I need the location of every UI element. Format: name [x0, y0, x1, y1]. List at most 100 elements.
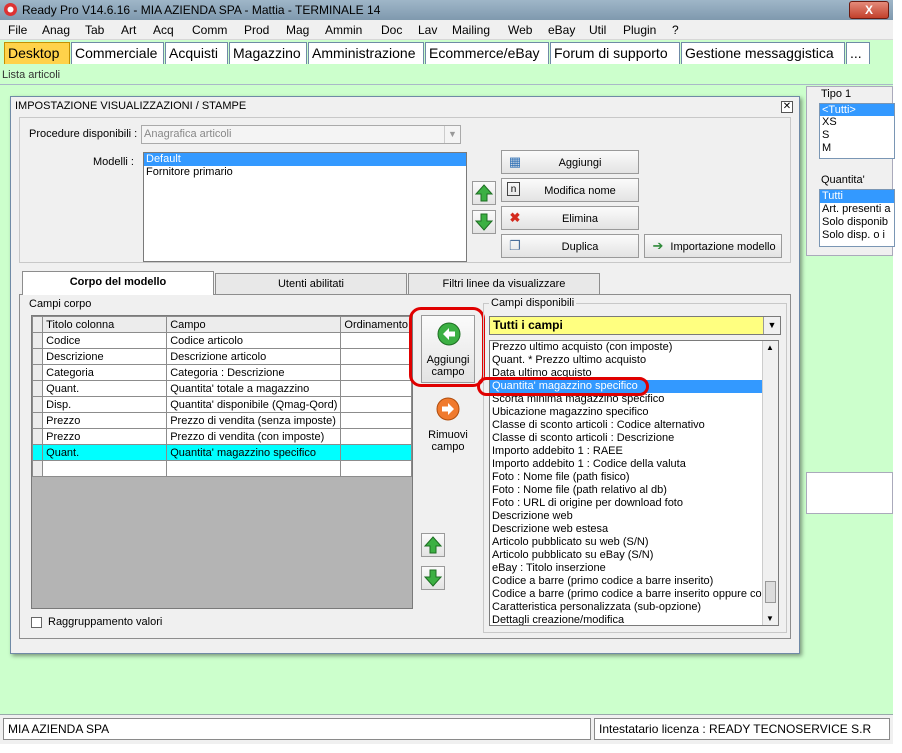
- cell-titolo[interactable]: Quant.: [42, 380, 168, 397]
- tab-filtri-linee[interactable]: Filtri linee da visualizzare: [408, 273, 600, 295]
- table-row[interactable]: Quant. Quantita' totale a magazzino: [32, 380, 412, 397]
- cell-campo[interactable]: Prezzo di vendita (con imposte): [166, 428, 342, 445]
- table-row[interactable]: Descrizione Descrizione articolo: [32, 348, 412, 365]
- menu-help[interactable]: ?: [672, 23, 679, 37]
- list-item[interactable]: Codice a barre (primo codice a barre ins…: [490, 575, 778, 588]
- tab-more[interactable]: ...: [846, 42, 870, 64]
- cell-titolo[interactable]: Codice: [42, 332, 168, 349]
- tipo-list[interactable]: <Tutti> XS S M: [819, 103, 895, 159]
- quantita-item[interactable]: Solo disponib: [820, 216, 894, 229]
- list-item[interactable]: Importo addebito 1 : RAEE: [490, 445, 778, 458]
- tipo-item[interactable]: S: [820, 129, 894, 142]
- menu-art[interactable]: Art: [121, 23, 136, 37]
- modifica-nome-button[interactable]: n Modifica nome: [501, 178, 639, 202]
- list-item[interactable]: Caratteristica personalizzata (sub-opzio…: [490, 601, 778, 614]
- cell-titolo[interactable]: Quant.: [42, 444, 168, 461]
- chevron-down-icon[interactable]: ▼: [444, 126, 460, 143]
- list-item[interactable]: Prezzo ultimo acquisto (con imposte): [490, 341, 778, 354]
- menu-util[interactable]: Util: [589, 23, 606, 37]
- grid-header-campo[interactable]: Campo: [166, 316, 342, 333]
- menu-lav[interactable]: Lav: [418, 23, 437, 37]
- menu-web[interactable]: Web: [508, 23, 532, 37]
- scroll-thumb[interactable]: [765, 581, 776, 603]
- cell-ordinamento[interactable]: [340, 412, 412, 429]
- list-item[interactable]: Ubicazione magazzino specifico: [490, 406, 778, 419]
- window-close-button[interactable]: X: [849, 1, 889, 19]
- list-item[interactable]: Dettagli creazione/modifica: [490, 614, 778, 625]
- campi-corpo-grid[interactable]: Titolo colonna Campo Ordinamento Codice C…: [31, 315, 413, 609]
- tab-magazzino[interactable]: Magazzino: [229, 42, 307, 64]
- cell-campo[interactable]: Codice articolo: [166, 332, 342, 349]
- grid-header-titolo[interactable]: Titolo colonna: [42, 316, 168, 333]
- menu-prod[interactable]: Prod: [244, 23, 269, 37]
- cell-ordinamento[interactable]: [340, 444, 412, 461]
- menu-file[interactable]: File: [8, 23, 27, 37]
- cell-ordinamento[interactable]: [340, 380, 412, 397]
- quantita-list[interactable]: Tutti Art. presenti a Solo disponib Solo…: [819, 189, 895, 247]
- table-row-selected[interactable]: Quant. Quantita' magazzino specifico: [32, 444, 412, 461]
- rimuovi-campo-button[interactable]: Rimuovi campo: [421, 395, 475, 459]
- move-up-button[interactable]: [472, 181, 496, 205]
- aggiungi-button[interactable]: ▦ Aggiungi: [501, 150, 639, 174]
- tab-forum-supporto[interactable]: Forum di supporto: [550, 42, 680, 64]
- table-row[interactable]: Categoria Categoria : Descrizione: [32, 364, 412, 381]
- move-down-button[interactable]: [472, 210, 496, 234]
- list-item[interactable]: Articolo pubblicato su web (S/N): [490, 536, 778, 549]
- cell-titolo[interactable]: Prezzo: [42, 412, 168, 429]
- menu-plugin[interactable]: Plugin: [623, 23, 656, 37]
- tab-corpo-modello[interactable]: Corpo del modello: [22, 271, 214, 295]
- chevron-down-icon[interactable]: ▼: [763, 317, 780, 334]
- list-item[interactable]: Classe di sconto articoli : Descrizione: [490, 432, 778, 445]
- list-item[interactable]: Classe di sconto articoli : Codice alter…: [490, 419, 778, 432]
- cell-ordinamento[interactable]: [340, 348, 412, 365]
- dialog-close-button[interactable]: ✕: [781, 101, 793, 113]
- cell-titolo[interactable]: Disp.: [42, 396, 168, 413]
- field-up-button[interactable]: [421, 533, 445, 557]
- modelli-item[interactable]: Default: [144, 153, 466, 166]
- cell-campo[interactable]: [166, 460, 342, 477]
- table-row-empty[interactable]: [32, 460, 412, 477]
- table-row[interactable]: Prezzo Prezzo di vendita (con imposte): [32, 428, 412, 445]
- duplica-button[interactable]: ❐ Duplica: [501, 234, 639, 258]
- cell-campo[interactable]: Prezzo di vendita (senza imposte): [166, 412, 342, 429]
- quantita-item[interactable]: Art. presenti a: [820, 203, 894, 216]
- tab-amministrazione[interactable]: Amministrazione: [308, 42, 424, 64]
- tipo-item[interactable]: XS: [820, 116, 894, 129]
- importazione-modello-button[interactable]: ➔ Importazione modello: [644, 234, 782, 258]
- tab-ecommerce-ebay[interactable]: Ecommerce/eBay: [425, 42, 549, 64]
- menu-comm[interactable]: Comm: [192, 23, 227, 37]
- tab-commerciale[interactable]: Commerciale: [71, 42, 164, 64]
- cell-titolo[interactable]: Descrizione: [42, 348, 168, 365]
- cell-titolo[interactable]: Prezzo: [42, 428, 168, 445]
- scroll-down-icon[interactable]: ▼: [766, 614, 774, 623]
- table-row[interactable]: Disp. Quantita' disponibile (Qmag-Qord): [32, 396, 412, 413]
- modelli-item[interactable]: Fornitore primario: [144, 166, 466, 179]
- table-row[interactable]: Prezzo Prezzo di vendita (senza imposte): [32, 412, 412, 429]
- menu-anag[interactable]: Anag: [42, 23, 70, 37]
- scroll-up-icon[interactable]: ▲: [766, 343, 774, 352]
- menu-acq[interactable]: Acq: [153, 23, 174, 37]
- list-item[interactable]: Foto : Nome file (path fisico): [490, 471, 778, 484]
- list-item[interactable]: Foto : URL di origine per download foto: [490, 497, 778, 510]
- tab-acquisti[interactable]: Acquisti: [165, 42, 228, 64]
- cell-campo[interactable]: Quantita' disponibile (Qmag-Qord): [166, 396, 342, 413]
- cell-ordinamento[interactable]: [340, 428, 412, 445]
- menu-tab[interactable]: Tab: [85, 23, 104, 37]
- raggruppamento-checkbox[interactable]: [31, 617, 42, 628]
- menu-mag[interactable]: Mag: [286, 23, 309, 37]
- campi-scrollbar[interactable]: ▲ ▼: [762, 341, 778, 625]
- list-item[interactable]: eBay : Titolo inserzione: [490, 562, 778, 575]
- field-down-button[interactable]: [421, 566, 445, 590]
- cell-campo[interactable]: Categoria : Descrizione: [166, 364, 342, 381]
- cell-titolo[interactable]: [42, 460, 168, 477]
- campi-filter-select[interactable]: Tutti i campi ▼: [489, 316, 781, 335]
- elimina-button[interactable]: ✖ Elimina: [501, 206, 639, 230]
- list-item[interactable]: Foto : Nome file (path relativo al db): [490, 484, 778, 497]
- grid-header-ordinamento[interactable]: Ordinamento: [340, 316, 412, 333]
- tab-desktop[interactable]: Desktop: [4, 42, 70, 64]
- menu-ammin[interactable]: Ammin: [325, 23, 362, 37]
- list-item[interactable]: Descrizione web estesa: [490, 523, 778, 536]
- quantita-item[interactable]: Tutti: [820, 190, 894, 203]
- cell-ordinamento[interactable]: [340, 396, 412, 413]
- table-row[interactable]: Codice Codice articolo: [32, 332, 412, 349]
